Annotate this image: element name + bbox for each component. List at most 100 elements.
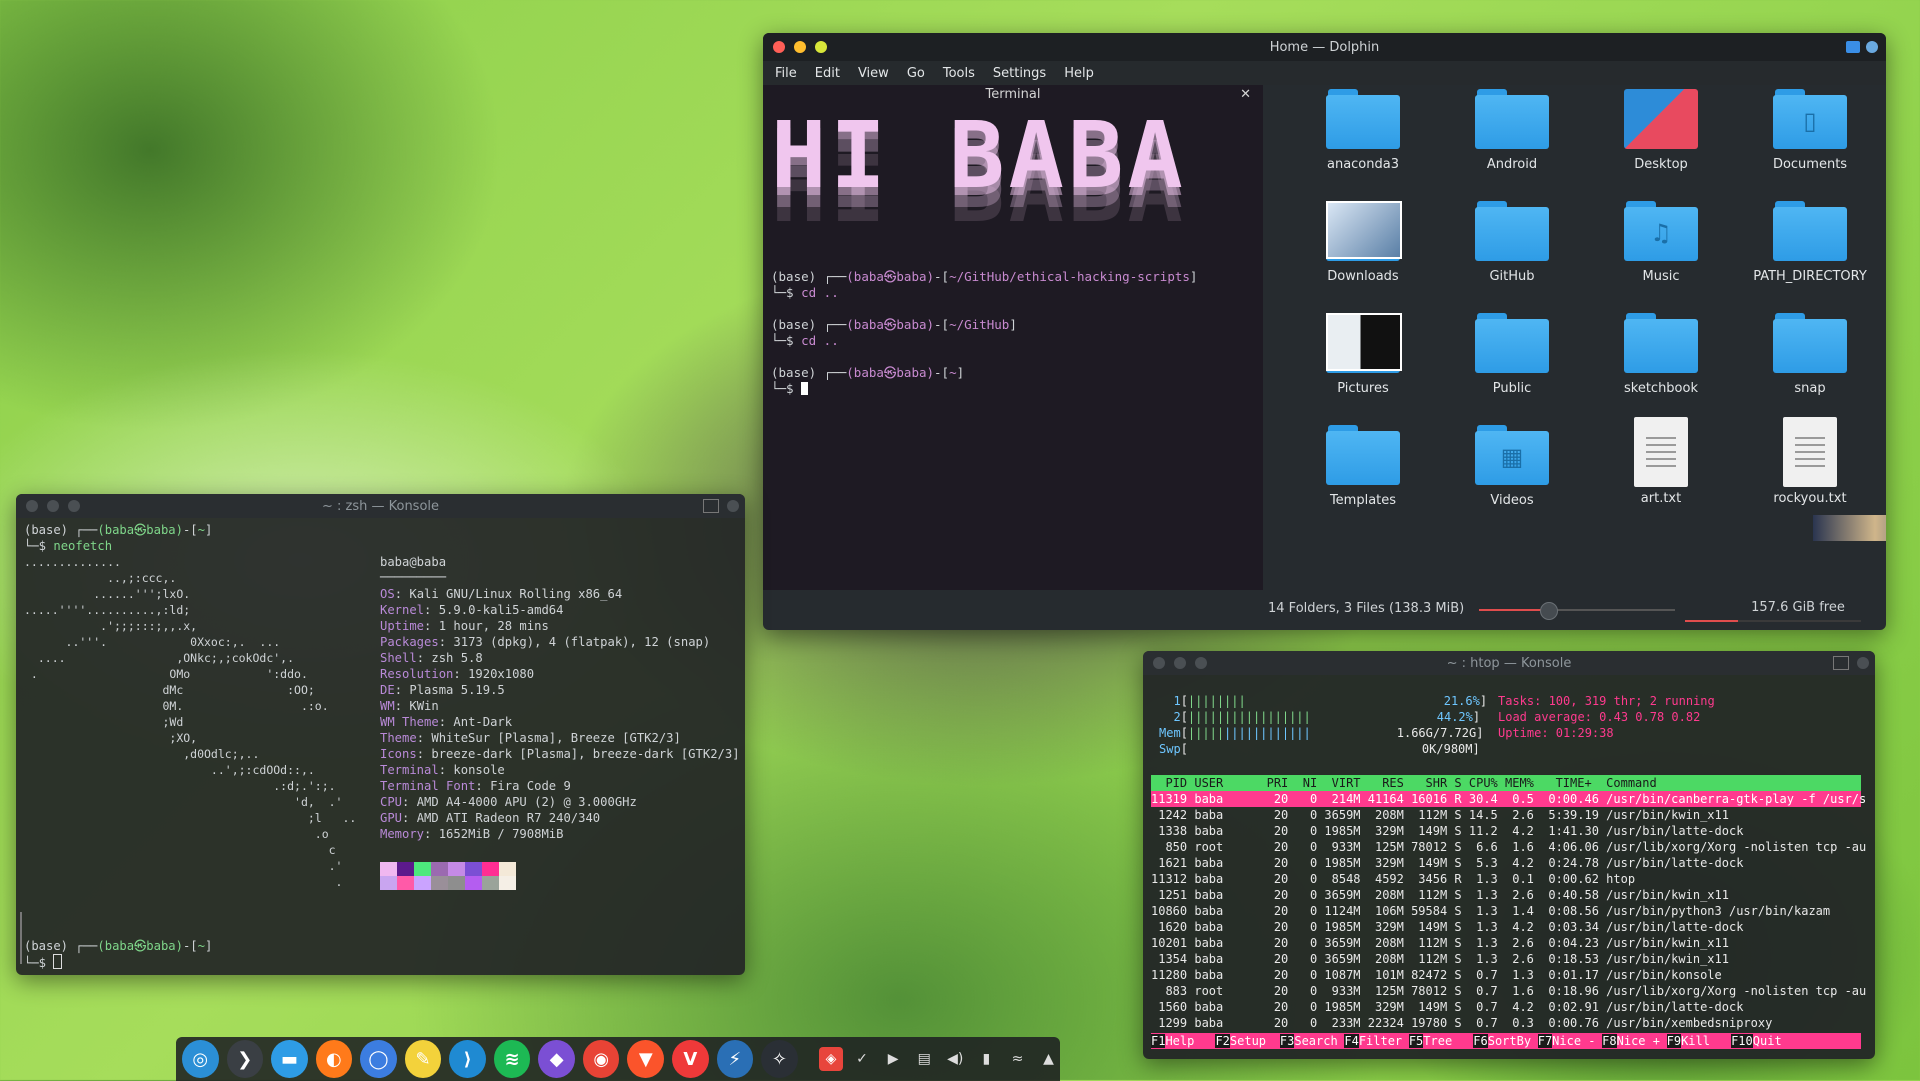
fkey-key[interactable]: F10 — [1731, 1034, 1753, 1048]
vscode-icon[interactable]: ⟩ — [449, 1040, 486, 1078]
fkey-key[interactable]: F5 — [1408, 1034, 1424, 1048]
zoom-slider[interactable] — [1479, 602, 1675, 620]
minimize-button[interactable] — [1174, 657, 1186, 669]
chrome-icon[interactable]: ◉ — [582, 1040, 620, 1078]
fkey-label[interactable]: Nice - — [1552, 1033, 1602, 1049]
file-item[interactable]: ▦ Videos — [1442, 425, 1582, 508]
file-item[interactable]: Pictures — [1293, 313, 1433, 396]
obsidian-icon[interactable]: ◆ — [538, 1040, 575, 1078]
kali-icon[interactable]: ⚡ — [716, 1040, 754, 1078]
file-item[interactable]: Desktop — [1591, 89, 1731, 172]
menu-help[interactable]: Help — [1064, 66, 1094, 81]
kdeconnect-icon[interactable]: ✓ — [851, 1047, 874, 1071]
wifi-icon[interactable]: ≈ — [1006, 1047, 1029, 1071]
file-item[interactable]: PATH_DIRECTORY — [1740, 201, 1880, 284]
process-row[interactable]: 850 root 20 0 933M 125M 78012 S 6.6 1.6 … — [1151, 839, 1866, 855]
file-item[interactable]: Android — [1442, 89, 1582, 172]
file-item[interactable]: Templates — [1293, 425, 1433, 508]
fkey-key[interactable]: F3 — [1279, 1034, 1295, 1048]
process-row[interactable]: 1560 baba 20 0 1985M 329M 149M S 0.7 4.2… — [1151, 999, 1861, 1015]
process-row[interactable]: 11319 baba 20 0 214M 41164 16016 R 30.4 … — [1151, 791, 1866, 807]
fkey-label[interactable]: Setup — [1230, 1033, 1280, 1049]
battery-icon[interactable]: ▮ — [975, 1047, 998, 1071]
browser-icon[interactable]: ◯ — [360, 1040, 397, 1078]
file-item[interactable]: Public — [1442, 313, 1582, 396]
process-row[interactable]: 11312 baba 20 0 8548 4592 3456 R 1.3 0.1… — [1151, 871, 1861, 887]
embedded-terminal[interactable]: Terminal ✕ HI BABA (base) ┌──(baba㉿baba)… — [763, 85, 1263, 590]
process-row[interactable]: 1354 baba 20 0 3659M 208M 112M S 1.3 2.6… — [1151, 951, 1861, 967]
expand-tray-icon[interactable]: ▲ — [1037, 1047, 1060, 1071]
window-menu-icon[interactable] — [1857, 657, 1869, 669]
menu-file[interactable]: File — [775, 66, 797, 81]
fkey-key[interactable]: F4 — [1344, 1034, 1359, 1048]
process-row[interactable]: 11280 baba 20 0 1087M 101M 82472 S 0.7 1… — [1151, 967, 1861, 983]
process-row[interactable]: 1621 baba 20 0 1985M 329M 149M S 5.3 4.2… — [1151, 855, 1861, 871]
close-button[interactable] — [773, 41, 785, 53]
fkey-label[interactable]: Search — [1294, 1033, 1344, 1049]
fkey-key[interactable]: F1 — [1151, 1034, 1166, 1048]
fkey-label[interactable]: Quit — [1753, 1033, 1803, 1049]
process-row[interactable]: 1242 baba 20 0 3659M 208M 112M S 14.5 2.… — [1151, 807, 1861, 823]
file-item[interactable]: snap — [1740, 313, 1880, 396]
zoom-slider-handle[interactable] — [1539, 602, 1558, 620]
dolphin-titlebar[interactable]: Home — Dolphin — [763, 33, 1886, 61]
window-menu-icon[interactable] — [727, 500, 739, 512]
process-row[interactable]: 1251 baba 20 0 3659M 208M 112M S 1.3 2.6… — [1151, 887, 1861, 903]
brave-icon[interactable]: ▼ — [627, 1040, 665, 1078]
menu-view[interactable]: View — [858, 66, 889, 81]
close-button[interactable] — [1153, 657, 1165, 669]
process-row[interactable]: 10860 baba 20 0 1124M 106M 59584 S 1.3 1… — [1151, 903, 1861, 919]
process-row[interactable]: 1338 baba 20 0 1985M 329M 149M S 11.2 4.… — [1151, 823, 1861, 839]
launcher-icon[interactable]: ◎ — [182, 1040, 219, 1078]
maximize-button[interactable] — [68, 500, 80, 512]
terminal-icon[interactable]: ❯ — [226, 1040, 264, 1078]
menu-edit[interactable]: Edit — [815, 66, 840, 81]
anydesk-icon[interactable]: ◈ — [819, 1047, 843, 1071]
spotify-icon[interactable]: ≋ — [493, 1040, 531, 1078]
minimize-button[interactable] — [47, 500, 59, 512]
menu-settings[interactable]: Settings — [993, 66, 1046, 81]
clipboard-icon[interactable]: ▤ — [913, 1047, 936, 1071]
split-view-icon[interactable] — [1833, 656, 1849, 670]
vivaldi-icon[interactable]: V — [672, 1040, 709, 1078]
file-item[interactable]: Downloads — [1293, 201, 1433, 284]
volume-icon[interactable]: ◀) — [944, 1047, 967, 1071]
fkey-key[interactable]: F2 — [1215, 1034, 1230, 1048]
file-item[interactable]: ♫ Music — [1591, 201, 1731, 284]
konsole-titlebar[interactable]: ~ : htop — Konsole — [1143, 651, 1875, 675]
process-row[interactable]: 10201 baba 20 0 3659M 208M 112M S 1.3 2.… — [1151, 935, 1861, 951]
fkey-label[interactable]: SortBy — [1488, 1033, 1538, 1049]
window-menu-icon[interactable] — [1866, 41, 1878, 53]
fkey-label[interactable]: Filter — [1359, 1033, 1409, 1049]
process-row[interactable]: 1620 baba 20 0 1985M 329M 149M S 1.3 4.2… — [1151, 919, 1861, 935]
minimize-button[interactable] — [794, 41, 806, 53]
fkey-label[interactable]: Kill — [1681, 1033, 1731, 1049]
file-item[interactable]: GitHub — [1442, 201, 1582, 284]
fkey-key[interactable]: F6 — [1473, 1034, 1488, 1048]
file-manager-icon[interactable]: ▬ — [271, 1040, 308, 1078]
fkey-label[interactable]: Nice + — [1617, 1033, 1667, 1049]
menu-tools[interactable]: Tools — [943, 66, 975, 81]
notes-icon[interactable]: ✎ — [404, 1040, 442, 1078]
fkey-key[interactable]: F8 — [1602, 1034, 1617, 1048]
split-view-icon[interactable] — [703, 499, 719, 513]
file-item[interactable]: rockyou.txt — [1740, 417, 1880, 506]
fkey-label[interactable]: Tree — [1423, 1033, 1473, 1049]
panel-toggle-icon[interactable] — [1846, 41, 1860, 53]
menu-go[interactable]: Go — [907, 66, 925, 81]
maximize-button[interactable] — [1195, 657, 1207, 669]
file-item[interactable]: sketchbook — [1591, 313, 1731, 396]
close-button[interactable] — [26, 500, 38, 512]
stellarium-icon[interactable]: ✧ — [761, 1040, 798, 1078]
fkey-label[interactable]: Help — [1165, 1033, 1215, 1049]
file-item[interactable]: ▯ Documents — [1740, 89, 1880, 172]
fkey-key[interactable]: F7 — [1537, 1034, 1553, 1048]
close-terminal-icon[interactable]: ✕ — [1240, 85, 1251, 105]
fkey-key[interactable]: F9 — [1666, 1034, 1682, 1048]
konsole-titlebar[interactable]: ~ : zsh — Konsole — [16, 494, 745, 518]
process-table-header[interactable]: PID USER PRI NI VIRT RES SHR S CPU% MEM%… — [1151, 775, 1861, 791]
process-row[interactable]: 1299 baba 20 0 233M 22324 19780 S 0.7 0.… — [1151, 1015, 1861, 1031]
process-row[interactable]: 883 root 20 0 933M 125M 78012 S 0.7 1.6 … — [1151, 983, 1866, 999]
media-icon[interactable]: ▶ — [882, 1047, 905, 1071]
file-item[interactable]: anaconda3 — [1293, 89, 1433, 172]
